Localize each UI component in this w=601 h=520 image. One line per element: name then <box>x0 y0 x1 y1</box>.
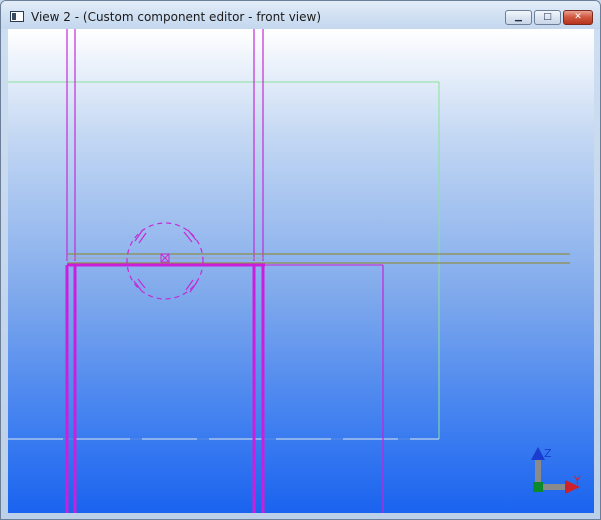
minimize-icon: ▁ <box>515 12 522 22</box>
x-axis-origin-icon <box>533 482 543 492</box>
z-axis-arrow-icon <box>531 447 545 460</box>
window-title: View 2 - (Custom component editor - fron… <box>31 10 322 24</box>
axis-indicator: Z Y <box>531 447 581 494</box>
upper-column <box>66 29 264 261</box>
title-bar[interactable]: View 2 - (Custom component editor - fron… <box>1 1 600 29</box>
view-window: View 2 - (Custom component editor - fron… <box>0 0 601 520</box>
model-drawing: Z Y <box>8 29 581 513</box>
view-window-icon[interactable] <box>10 11 24 22</box>
z-axis-label: Z <box>544 447 552 460</box>
close-button[interactable]: ✕ <box>563 10 593 25</box>
maximize-icon: □ <box>543 12 552 22</box>
model-viewport[interactable]: Z Y <box>8 29 594 513</box>
close-icon: ✕ <box>574 12 582 22</box>
component-boundary <box>8 81 440 440</box>
lower-frame <box>65 263 384 513</box>
detail-circle <box>126 222 204 300</box>
horizontal-beam <box>67 253 570 264</box>
y-axis-label: Y <box>573 474 581 487</box>
maximize-button[interactable]: □ <box>534 10 561 25</box>
minimize-button[interactable]: ▁ <box>505 10 532 25</box>
